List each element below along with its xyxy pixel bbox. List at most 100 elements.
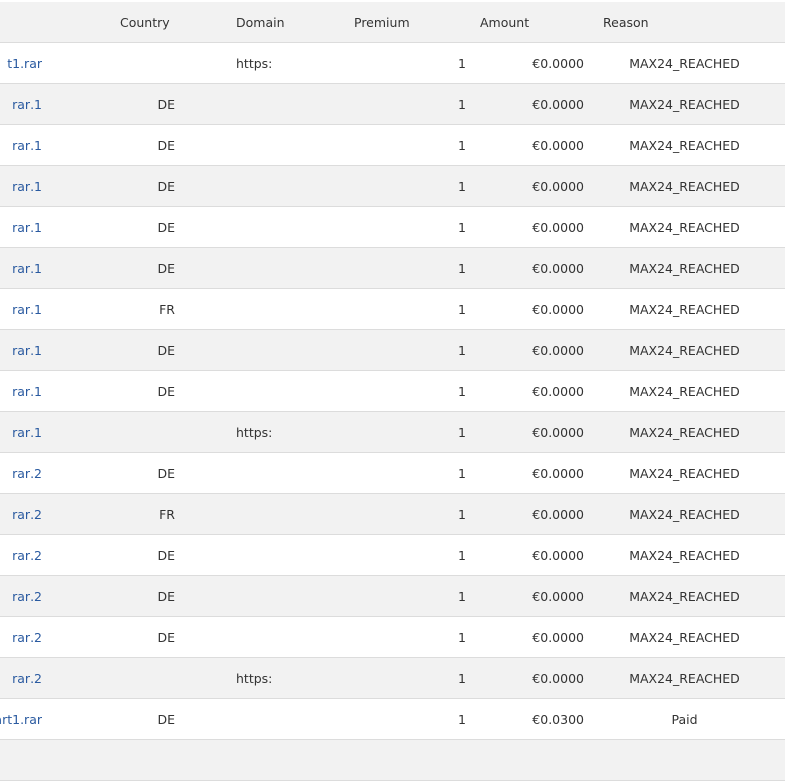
cell-domain [236, 83, 352, 125]
downloads-table-container: Country Domain Premium Amount Reason t1.… [0, 2, 785, 781]
cell-file: 2.rar [0, 493, 118, 535]
cell-amount: €0.0000 [466, 247, 584, 289]
cell-reason: MAX24_REACHED [584, 452, 785, 494]
cell-domain [236, 616, 352, 658]
cell-amount: €0.0000 [466, 657, 584, 699]
cell-country: DE [118, 83, 236, 125]
file-link[interactable]: 2.rar [0, 507, 42, 522]
cell-domain: https: [236, 42, 352, 84]
table-row: 2.rar https: 1 €0.0000 MAX24_REACHED [0, 657, 785, 699]
cell-reason: MAX24_REACHED [584, 206, 785, 248]
cell-file: 2.rar [0, 452, 118, 494]
cell-country: DE [118, 124, 236, 166]
cell-file: 2.rar [0, 575, 118, 617]
cell-amount: €0.0000 [466, 616, 584, 658]
file-link[interactable]: 2.rar [0, 466, 42, 481]
cell-domain [236, 739, 352, 781]
table-row: 1.rar https: 1 €0.0000 MAX24_REACHED [0, 411, 785, 453]
table-row: art1.rar DE 1€0.0300Paid [0, 698, 785, 740]
file-link[interactable]: 1.rar [0, 384, 42, 399]
cell-premium [352, 739, 466, 781]
cell-amount: €0.0000 [466, 575, 584, 617]
cell-premium: 1 [352, 534, 466, 576]
file-link[interactable]: art1.rar [0, 712, 42, 727]
cell-domain [236, 575, 352, 617]
file-link[interactable]: t1.rar [0, 56, 42, 71]
cell-premium: 1 [352, 124, 466, 166]
table-row: 2.rar FR 1 €0.0000 MAX24_REACHED [0, 493, 785, 535]
cell-file: 1.rar [0, 206, 118, 248]
cell-file: 1.rar [0, 124, 118, 166]
cell-domain [236, 329, 352, 371]
file-link[interactable]: 2.rar [0, 548, 42, 563]
cell-country [118, 657, 236, 699]
file-link[interactable]: 2.rar [0, 589, 42, 604]
cell-reason: MAX24_REACHED [584, 657, 785, 699]
header-premium[interactable]: Premium [352, 2, 466, 43]
cell-country [118, 42, 236, 84]
cell-domain [236, 452, 352, 494]
cell-country: DE [118, 247, 236, 289]
cell-domain: https: [236, 411, 352, 453]
cell-premium: 1 [352, 288, 466, 330]
cell-premium: 1 [352, 698, 466, 740]
cell-country: FR [118, 288, 236, 330]
header-domain[interactable]: Domain [236, 2, 352, 43]
header-row: Country Domain Premium Amount Reason [0, 2, 785, 43]
cell-file: 2.rar [0, 534, 118, 576]
table-row [0, 739, 785, 781]
table-row: 1.rar DE 1 €0.0000 MAX24_REACHED [0, 206, 785, 248]
cell-file: 1.rar [0, 165, 118, 207]
file-link[interactable]: 1.rar [0, 97, 42, 112]
table-row: 1.rar DE 1 €0.0000 MAX24_REACHED [0, 165, 785, 207]
cell-premium: 1 [352, 616, 466, 658]
cell-premium: 1 [352, 329, 466, 371]
cell-amount: €0.0000 [466, 288, 584, 330]
header-file [0, 2, 118, 43]
cell-country: DE [118, 206, 236, 248]
cell-domain [236, 247, 352, 289]
table-header: Country Domain Premium Amount Reason [0, 2, 785, 43]
cell-amount: €0.0000 [466, 329, 584, 371]
cell-amount: €0.0000 [466, 452, 584, 494]
cell-reason: MAX24_REACHED [584, 124, 785, 166]
file-link[interactable]: 1.rar [0, 220, 42, 235]
cell-reason: MAX24_REACHED [584, 616, 785, 658]
file-link[interactable]: 1.rar [0, 261, 42, 276]
cell-amount [466, 739, 584, 781]
cell-country: DE [118, 698, 236, 740]
cell-country: FR [118, 493, 236, 535]
cell-reason: MAX24_REACHED [584, 493, 785, 535]
cell-file: 2.rar [0, 616, 118, 658]
cell-premium: 1 [352, 206, 466, 248]
cell-amount: €0.0000 [466, 124, 584, 166]
cell-premium: 1 [352, 83, 466, 125]
cell-reason: MAX24_REACHED [584, 83, 785, 125]
cell-premium: 1 [352, 247, 466, 289]
header-amount[interactable]: Amount [466, 2, 584, 43]
cell-file: 1.rar [0, 411, 118, 453]
cell-file: 2.rar [0, 657, 118, 699]
file-link[interactable]: 2.rar [0, 671, 42, 686]
file-link[interactable]: 1.rar [0, 425, 42, 440]
cell-premium: 1 [352, 370, 466, 412]
header-reason[interactable]: Reason [584, 2, 785, 43]
file-link[interactable]: 2.rar [0, 630, 42, 645]
cell-premium: 1 [352, 42, 466, 84]
file-link[interactable]: 1.rar [0, 179, 42, 194]
cell-premium: 1 [352, 411, 466, 453]
header-country[interactable]: Country [118, 2, 236, 43]
cell-domain [236, 165, 352, 207]
cell-domain [236, 124, 352, 166]
file-link[interactable]: 1.rar [0, 138, 42, 153]
file-link[interactable]: 1.rar [0, 302, 42, 317]
cell-amount: €0.0000 [466, 411, 584, 453]
cell-reason: MAX24_REACHED [584, 575, 785, 617]
cell-reason: MAX24_REACHED [584, 329, 785, 371]
cell-reason [584, 739, 785, 781]
cell-domain [236, 698, 352, 740]
cell-country: DE [118, 534, 236, 576]
cell-amount: €0.0000 [466, 370, 584, 412]
file-link[interactable]: 1.rar [0, 343, 42, 358]
cell-reason: MAX24_REACHED [584, 534, 785, 576]
